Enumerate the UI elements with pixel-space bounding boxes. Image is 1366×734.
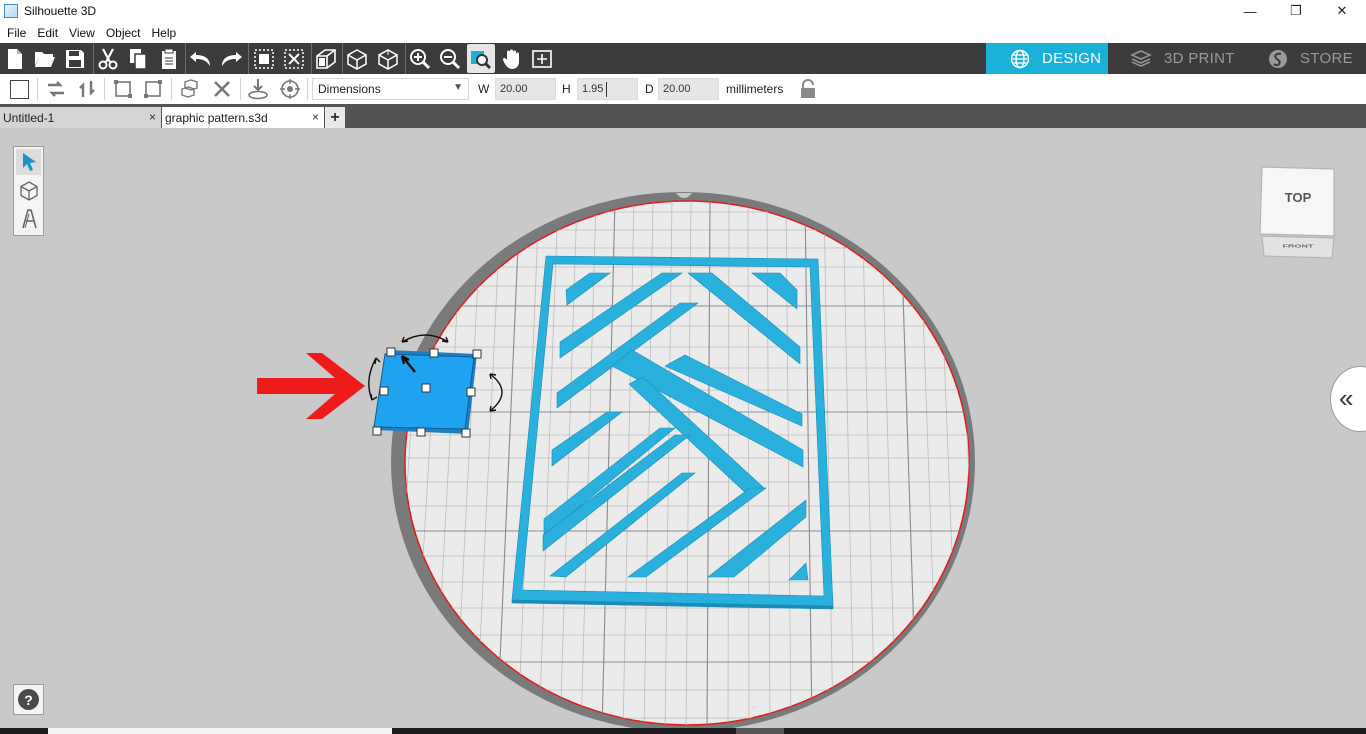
align-icon[interactable] [111,77,135,101]
doc-tab-title: graphic pattern.s3d [165,110,268,125]
dimensions-mode-select[interactable]: Dimensions ▼ [312,78,469,100]
menu-edit[interactable]: Edit [37,26,58,40]
unit-label: millimeters [726,82,784,96]
double-chevron-left-icon: « [1339,383,1354,413]
text-cursor [606,81,608,97]
drop-to-bed-icon[interactable] [246,77,270,101]
object-tool-icon[interactable] [16,178,41,204]
menu-object[interactable]: Object [106,26,141,40]
view-cube-top-face[interactable]: TOP [1258,190,1338,205]
close-tab-icon[interactable]: × [149,110,156,124]
scene-canvas[interactable] [0,128,1366,734]
doc-tab-untitled[interactable]: Untitled-1 × [0,107,161,128]
doc-tab-title: Untitled-1 [3,110,55,125]
zoom-fit-icon[interactable] [467,44,495,73]
paste-icon[interactable] [156,46,182,72]
depth-label: D [645,82,654,96]
center-icon[interactable] [278,77,302,101]
delete-icon[interactable] [210,77,234,101]
height-value: 1.95 [582,83,604,95]
doc-tab-graphic-pattern[interactable]: graphic pattern.s3d × [162,107,324,128]
menu-view[interactable]: View [69,26,95,40]
select-tool-icon[interactable] [16,149,41,175]
title-bar: Silhouette 3D — ❐ ✕ [0,0,1366,22]
app-logo-icon [4,4,18,18]
dimensions-mode-value: Dimensions [318,82,381,96]
object-toolbar: Dimensions ▼ W 20.00 H 1.95 D 20.00 mill… [0,74,1366,104]
silhouette-logo-icon [1268,49,1288,69]
pan-hand-icon[interactable] [499,46,525,72]
help-icon: ? [18,689,39,710]
maximize-button[interactable]: ❐ [1273,0,1319,22]
extrude-icon[interactable] [313,46,339,72]
height-field[interactable]: 1.95 [577,78,638,100]
save-icon[interactable] [62,46,88,72]
help-button[interactable]: ? [13,684,44,715]
3d-viewport[interactable]: TOP FRONT « ? [0,128,1366,734]
close-tab-icon[interactable]: × [312,110,319,124]
resize-icon[interactable] [141,77,165,101]
view-tools-panel [13,146,44,236]
width-field[interactable]: 20.00 [495,78,556,100]
bottom-edge [0,728,1366,734]
duplicate-icon[interactable] [178,77,202,101]
tab-store[interactable]: STORE [1248,43,1366,74]
document-tab-bar: Untitled-1 × graphic pattern.s3d × + [0,104,1366,128]
minimize-button[interactable]: — [1227,0,1273,22]
fill-color-swatch[interactable] [7,77,31,101]
height-label: H [562,82,571,96]
flip-horizontal-icon[interactable] [44,77,68,101]
lock-icon[interactable] [796,77,820,101]
ungroup-icon[interactable] [281,46,307,72]
tab-design[interactable]: DESIGN [986,43,1108,74]
width-label: W [478,82,490,96]
group-icon[interactable] [251,46,277,72]
tab-3d-print-label: 3D PRINT [1164,50,1235,67]
menu-bar: File Edit View Object Help [0,22,1366,43]
zoom-out-icon[interactable] [437,46,463,72]
add-tab-button[interactable]: + [325,107,345,128]
open-folder-icon[interactable] [32,46,58,72]
new-file-icon[interactable] [2,46,28,72]
box-wire-icon[interactable] [375,46,401,72]
depth-field[interactable]: 20.00 [658,78,719,100]
flip-vertical-icon[interactable] [75,77,99,101]
copy-icon[interactable] [125,46,151,72]
globe-icon [1010,49,1030,69]
main-toolbar: DESIGN 3D PRINT STORE [0,43,1366,74]
menu-help[interactable]: Help [152,26,177,40]
close-window-button[interactable]: ✕ [1319,0,1365,22]
view-cube-front-face[interactable]: FRONT [1258,243,1338,249]
grid-icon[interactable] [529,46,555,72]
tab-store-label: STORE [1300,50,1353,67]
menu-file[interactable]: File [7,26,26,40]
chevron-down-icon: ▼ [453,82,463,93]
tab-design-label: DESIGN [1042,50,1102,67]
window-title: Silhouette 3D [24,4,97,18]
layers-icon [1130,49,1152,68]
undo-icon[interactable] [188,46,214,72]
zoom-in-icon[interactable] [407,46,433,72]
app-window: Silhouette 3D — ❐ ✕ File Edit View Objec… [0,0,1366,734]
cut-icon[interactable] [95,46,121,72]
redo-icon[interactable] [218,46,244,72]
box-icon[interactable] [344,46,370,72]
tab-3d-print[interactable]: 3D PRINT [1108,43,1248,74]
view-cube[interactable]: TOP FRONT [1258,166,1338,271]
text-tool-icon[interactable] [16,206,41,232]
pointer-arrow [257,353,365,419]
